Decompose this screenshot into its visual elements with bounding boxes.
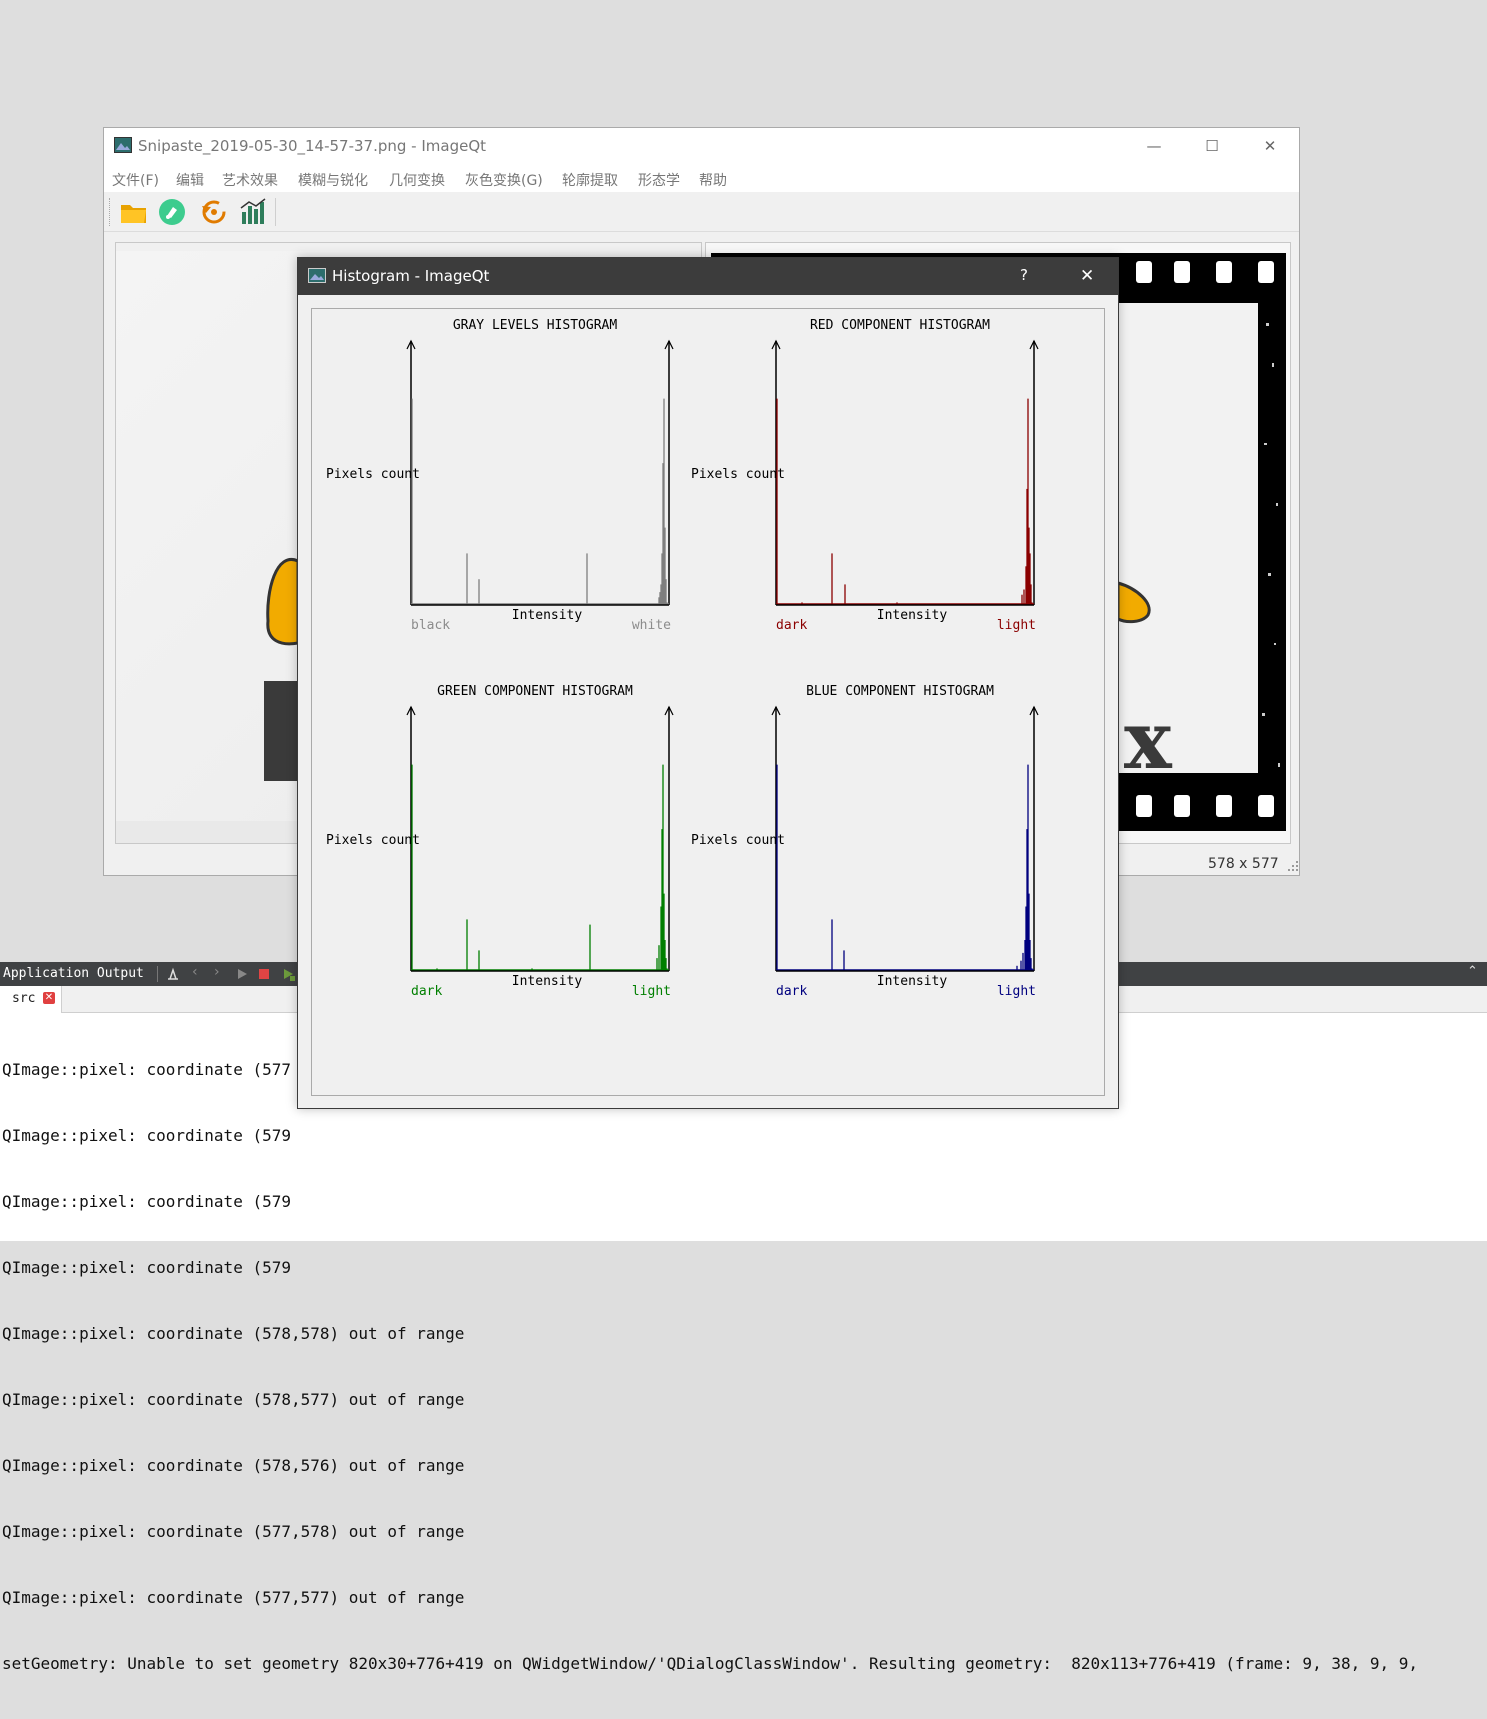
close-button[interactable]: ✕ [1241,128,1299,166]
histogram-icon[interactable] [237,196,269,228]
clear-output-icon[interactable] [166,967,180,981]
run-icon[interactable] [236,968,248,980]
blue-y-axis-label: Pixels count [691,833,785,848]
dialog-close-button[interactable]: ✕ [1080,266,1094,286]
blue-chart-title: BLUE COMPONENT HISTOGRAM [806,684,994,699]
tab-src-label: src [12,991,36,1006]
log-line: QImage::pixel: coordinate (579 [2,1126,291,1145]
log-line: setGeometry: Unable to set geometry 820x… [2,1654,1419,1673]
histogram-chart-area: GRAY LEVELS HISTOGRAM Pixels count Intensi… [326,318,1039,999]
gray-x-axis-label: Intensity [512,608,583,623]
dialog-title: Histogram - ImageQt [332,267,490,285]
output-title: Application Output [3,966,144,981]
gray-chart-title: GRAY LEVELS HISTOGRAM [453,318,618,333]
app-icon [114,137,132,153]
stop-icon[interactable] [258,968,270,980]
menu-art-effects[interactable]: 艺术效果 [222,170,278,190]
menu-contour[interactable]: 轮廓提取 [562,170,618,190]
red-chart-title: RED COMPONENT HISTOGRAM [810,318,990,333]
log-line: QImage::pixel: coordinate (578,576) out … [2,1456,465,1475]
collapse-pane-icon[interactable]: ⌃ [1467,964,1478,979]
log-line: QImage::pixel: coordinate (578,578) out … [2,1324,465,1343]
gray-high-end-label: white [632,618,671,633]
restore-icon[interactable] [198,196,230,228]
log-line: QImage::pixel: coordinate (579 [2,1258,291,1277]
red-y-axis-label: Pixels count [691,467,785,482]
blue-high-end-label: light [997,984,1036,999]
menu-file[interactable]: 文件(F) [112,170,159,190]
menu-blur-sharpen[interactable]: 模糊与锐化 [298,170,368,190]
green-high-end-label: light [632,984,671,999]
toolbar-grip[interactable] [109,198,112,226]
menu-help[interactable]: 帮助 [699,170,727,190]
green-x-axis-label: Intensity [512,974,583,989]
red-high-end-label: light [997,618,1036,633]
window-title: Snipaste_2019-05-30_14-57-37.png - Image… [138,137,487,155]
blue-x-axis-label: Intensity [877,974,948,989]
size-grip-icon[interactable] [1288,861,1298,871]
green-y-axis-label: Pixels count [326,833,420,848]
brush-icon[interactable] [156,196,188,228]
toolbar [104,192,1299,232]
maximize-button[interactable]: ☐ [1183,128,1241,166]
dialog-app-icon [308,268,326,283]
prev-icon[interactable]: ‹ [192,964,198,980]
log-line: QImage::pixel: coordinate (579 [2,1192,291,1211]
menu-bar: 文件(F) 编辑 艺术效果 模糊与锐化 几何变换 灰色变换(G) 轮廓提取 形态… [104,166,1299,192]
blue-low-end-label: dark [776,984,807,999]
help-button[interactable]: ? [1020,266,1028,284]
dialog-title-bar[interactable]: Histogram - ImageQt ? ✕ [298,258,1118,295]
histogram-dialog: Histogram - ImageQt ? ✕ GRAY LEVELS HIST… [297,257,1119,1109]
log-line: QImage::pixel: coordinate (577,578) out … [2,1522,465,1541]
close-icon[interactable]: ✕ [43,992,55,1004]
menu-geometry[interactable]: 几何变换 [389,170,445,190]
menu-gray-transform[interactable]: 灰色变换(G) [465,170,543,190]
green-low-end-label: dark [411,984,442,999]
histogram-canvas: GRAY LEVELS HISTOGRAM Pixels count Intensi… [311,308,1105,1096]
folder-open-icon[interactable] [118,196,150,228]
log-line: QImage::pixel: coordinate (577,577) out … [2,1588,465,1607]
menu-morphology[interactable]: 形态学 [638,170,680,190]
gray-low-end-label: black [411,618,450,633]
menu-edit[interactable]: 编辑 [176,170,204,190]
output-log[interactable]: QImage::pixel: coordinate (577 QImage::p… [2,1015,1418,1719]
main-title-bar[interactable]: Snipaste_2019-05-30_14-57-37.png - Image… [104,128,1299,166]
image-size-status: 578 x 577 [1208,856,1279,872]
green-chart-title: GREEN COMPONENT HISTOGRAM [437,684,633,699]
log-line: QImage::pixel: coordinate (578,577) out … [2,1390,465,1409]
red-x-axis-label: Intensity [877,608,948,623]
gray-y-axis-label: Pixels count [326,467,420,482]
toolbar-separator [275,198,276,226]
svg-text:x: x [1124,693,1173,787]
tab-src[interactable]: src ✕ [0,986,62,1013]
next-icon[interactable]: › [214,964,220,980]
minimize-button[interactable]: — [1125,128,1183,166]
red-low-end-label: dark [776,618,807,633]
attach-debugger-icon[interactable] [282,968,296,982]
